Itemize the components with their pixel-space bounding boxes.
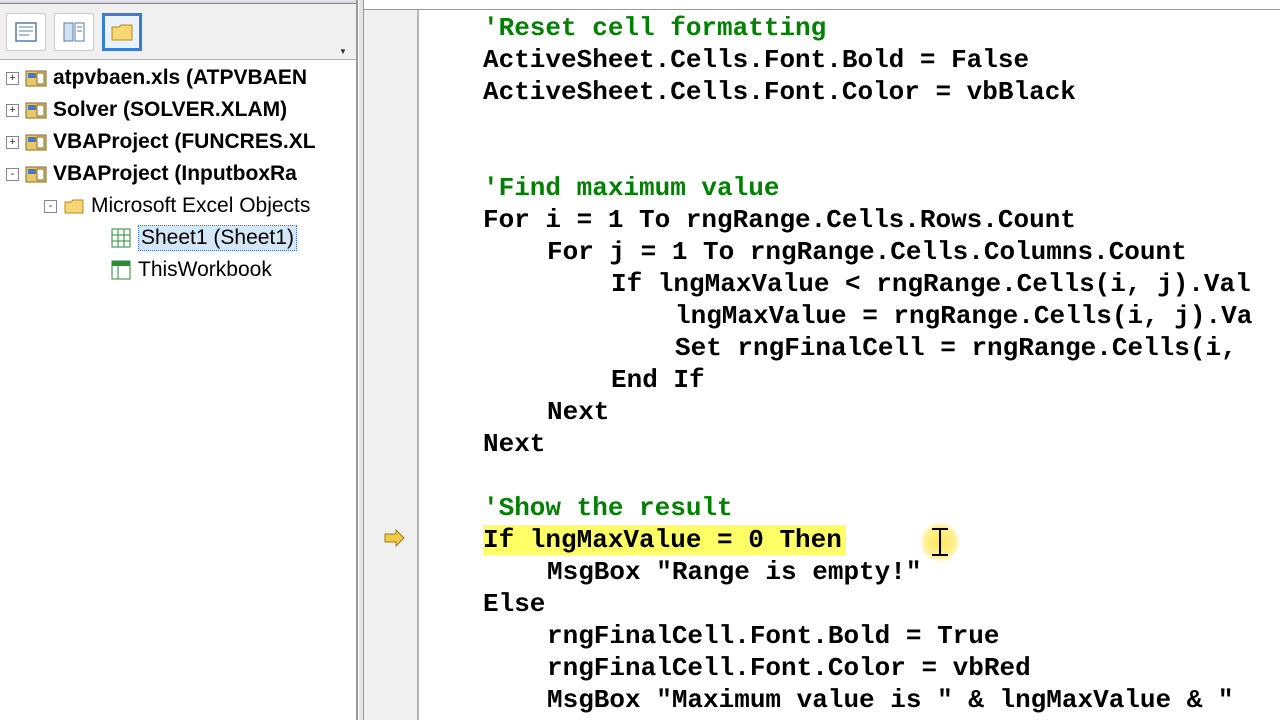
project-tree[interactable]: + atpvbaen.xls (ATPVBAEN + Solver (SOLVE…: [0, 60, 356, 720]
tree-label: Microsoft Excel Objects: [91, 194, 310, 218]
code-line[interactable]: Next: [419, 428, 1280, 460]
code-line[interactable]: Set rngFinalCell = rngRange.Cells(i,: [419, 332, 1280, 364]
workbook-icon: [110, 259, 132, 281]
tree-item-project[interactable]: + VBAProject (FUNCRES.XL: [0, 126, 356, 158]
code-margin[interactable]: [364, 10, 419, 720]
tree-label: atpvbaen.xls (ATPVBAEN: [53, 66, 307, 90]
vba-project-icon: [25, 99, 47, 121]
code-editor-panel: 'Reset cell formattingActiveSheet.Cells.…: [364, 0, 1280, 720]
code-line[interactable]: For j = 1 To rngRange.Cells.Columns.Coun…: [419, 236, 1280, 268]
tree-label: VBAProject (InputboxRa: [53, 162, 297, 186]
execution-pointer-icon: [382, 526, 406, 550]
toggle-folders-button[interactable]: [102, 13, 142, 51]
tree-label: Sheet1 (Sheet1): [138, 225, 297, 251]
code-line[interactable]: Next: [419, 396, 1280, 428]
code-line[interactable]: rngFinalCell.Font.Bold = True: [419, 620, 1280, 652]
project-explorer-toolbar: ▼: [0, 4, 356, 60]
view-object-button[interactable]: [54, 13, 94, 51]
project-explorer-panel: ▼ + atpvbaen.xls (ATPVBAEN + Solver (SOL…: [0, 0, 358, 720]
code-line[interactable]: [419, 460, 1280, 492]
code-line[interactable]: rngFinalCell.Font.Color = vbRed: [419, 652, 1280, 684]
tree-item-project[interactable]: + Solver (SOLVER.XLAM): [0, 94, 356, 126]
code-line[interactable]: If lngMaxValue < rngRange.Cells(i, j).Va…: [419, 268, 1280, 300]
tree-label: Solver (SOLVER.XLAM): [53, 98, 287, 122]
view-code-button[interactable]: [6, 13, 46, 51]
toolbar-overflow-icon[interactable]: ▼: [336, 45, 350, 57]
expander-icon[interactable]: +: [6, 136, 19, 149]
expander-icon[interactable]: -: [6, 168, 19, 181]
code-line[interactable]: If lngMaxValue = 0 Then: [419, 524, 1280, 556]
tree-item-folder[interactable]: - Microsoft Excel Objects: [0, 190, 356, 222]
folder-icon: [63, 195, 85, 217]
code-line[interactable]: MsgBox "Maximum value is " & lngMaxValue…: [419, 684, 1280, 716]
code-line[interactable]: [419, 108, 1280, 140]
object-proc-combo-area: [364, 0, 1280, 10]
vba-project-icon: [25, 163, 47, 185]
code-line[interactable]: lngMaxValue = rngRange.Cells(i, j).Va: [419, 300, 1280, 332]
tree-label: ThisWorkbook: [138, 258, 272, 282]
code-line[interactable]: For i = 1 To rngRange.Cells.Rows.Count: [419, 204, 1280, 236]
code-line[interactable]: [419, 140, 1280, 172]
vba-project-icon: [25, 67, 47, 89]
tree-item-project[interactable]: - VBAProject (InputboxRa: [0, 158, 356, 190]
code-line[interactable]: End If: [419, 364, 1280, 396]
expander-icon[interactable]: +: [6, 104, 19, 117]
tree-item-sheet[interactable]: Sheet1 (Sheet1): [0, 222, 356, 254]
expander-icon[interactable]: +: [6, 72, 19, 85]
code-line[interactable]: ActiveSheet.Cells.Font.Color = vbBlack: [419, 76, 1280, 108]
code-line[interactable]: ActiveSheet.Cells.Font.Bold = False: [419, 44, 1280, 76]
code-line[interactable]: 'Reset cell formatting: [419, 12, 1280, 44]
tree-label: VBAProject (FUNCRES.XL: [53, 130, 316, 154]
code-line[interactable]: 'Show the result: [419, 492, 1280, 524]
tree-item-workbook[interactable]: ThisWorkbook: [0, 254, 356, 286]
expander-icon[interactable]: -: [44, 200, 57, 213]
code-line[interactable]: Else: [419, 588, 1280, 620]
code-editor[interactable]: 'Reset cell formattingActiveSheet.Cells.…: [419, 10, 1280, 720]
code-line[interactable]: MsgBox "Range is empty!": [419, 556, 1280, 588]
worksheet-icon: [110, 227, 132, 249]
tree-item-project[interactable]: + atpvbaen.xls (ATPVBAEN: [0, 62, 356, 94]
vba-project-icon: [25, 131, 47, 153]
code-line[interactable]: 'Find maximum value: [419, 172, 1280, 204]
